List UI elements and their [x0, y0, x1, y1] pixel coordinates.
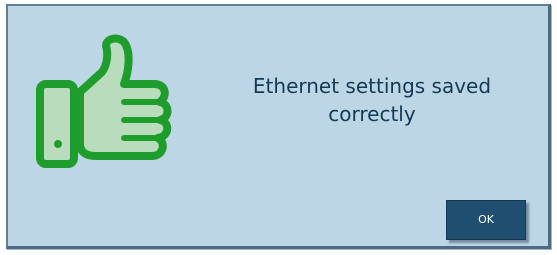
ok-button[interactable]: OK	[446, 200, 526, 240]
success-dialog: Ethernet settings saved correctly OK	[6, 4, 551, 249]
thumbs-up-icon	[36, 32, 178, 172]
dialog-message: Ethernet settings saved correctly	[252, 74, 492, 126]
